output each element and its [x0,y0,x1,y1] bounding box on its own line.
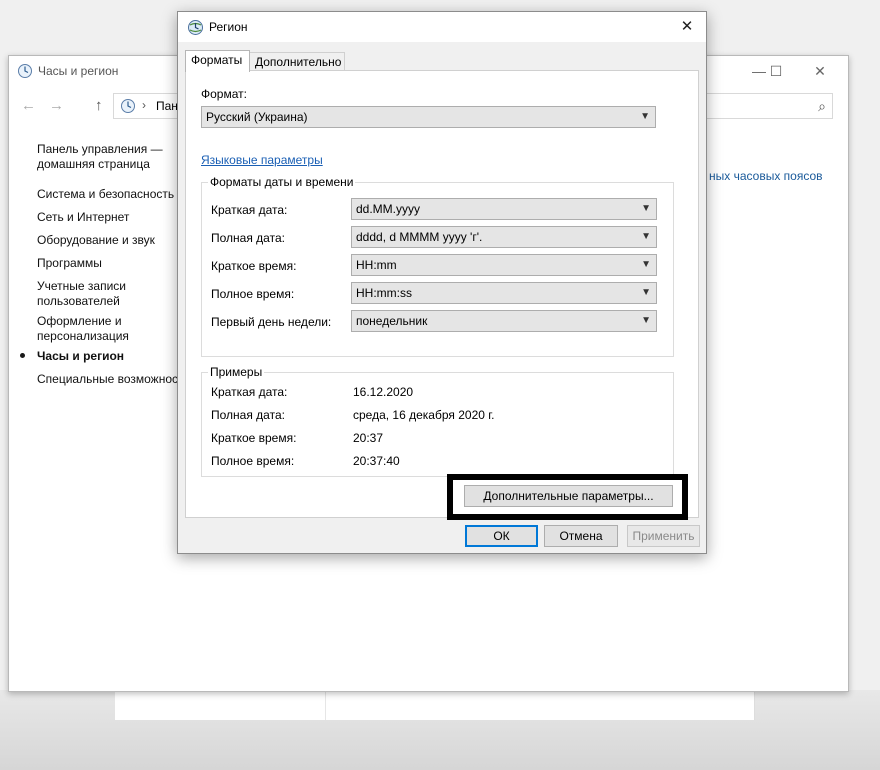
dialog-titlebar: Регион ✕ [178,12,706,42]
sidebar-item-security[interactable]: Система и безопасность [37,187,197,202]
long-time-label: Полное время: [211,287,295,301]
close-icon[interactable]: ✕ [805,60,835,82]
format-select[interactable]: Русский (Украина) ▼ [201,106,656,128]
region-dialog: Регион ✕ Форматы Дополнительно Формат: Р… [177,11,707,554]
chevron-down-icon: ▼ [641,287,651,298]
first-day-value: понедельник [356,314,428,328]
tab-additional[interactable]: Дополнительно [249,52,345,71]
short-time-select[interactable]: HH:mm ▼ [351,254,657,276]
globe-clock-icon [188,20,203,35]
long-date-label: Полная дата: [211,231,285,245]
time-zones-link[interactable]: ных часовых поясов [709,169,823,183]
chevron-down-icon: ▼ [641,231,651,242]
long-time-select[interactable]: HH:mm:ss ▼ [351,282,657,304]
first-day-label: Первый день недели: [211,315,332,329]
example-short-date-label: Краткая дата: [211,385,288,399]
background-window-strip [115,690,755,720]
sidebar-item-appearance[interactable]: Оформление и персонализация [37,314,197,344]
examples-group: Примеры Краткая дата: 16.12.2020 Полная … [201,365,674,477]
ok-button[interactable]: ОК [465,525,538,547]
short-time-value: HH:mm [356,258,397,272]
long-date-select[interactable]: dddd, d MMMM yyyy 'г'. ▼ [351,226,657,248]
dialog-title: Регион [209,20,248,34]
sidebar-item-accounts[interactable]: Учетные записи пользователей [37,279,197,309]
search-icon[interactable]: ⌕ [818,98,826,115]
up-arrow-icon[interactable]: ↑ [95,97,103,114]
group-title: Форматы даты и времени [208,175,356,189]
sidebar-item-accessibility[interactable]: Специальные возможности [37,372,197,387]
back-arrow-icon[interactable]: ← [21,97,36,114]
example-long-date-label: Полная дата: [211,408,285,422]
close-icon[interactable]: ✕ [674,16,700,38]
forward-arrow-icon[interactable]: → [49,97,64,114]
first-day-select[interactable]: понедельник ▼ [351,310,657,332]
long-date-value: dddd, d MMMM yyyy 'г'. [356,230,483,244]
short-time-label: Краткое время: [211,259,297,273]
additional-settings-button[interactable]: Дополнительные параметры... [464,485,673,507]
language-settings-link[interactable]: Языковые параметры [201,153,323,167]
short-date-value: dd.MM.yyyy [356,202,421,216]
formats-tab-panel: Формат: Русский (Украина) ▼ Языковые пар… [185,70,699,518]
example-long-date-value: среда, 16 декабря 2020 г. [353,408,495,422]
apply-button[interactable]: Применить [627,525,700,547]
example-short-time-value: 20:37 [353,431,384,445]
sidebar-item-hardware[interactable]: Оборудование и звук [37,233,197,248]
sidebar-item-home[interactable]: Панель управления — домашняя страница [37,142,197,172]
sidebar-item-label: Часы и регион [37,349,125,363]
short-date-select[interactable]: dd.MM.yyyy ▼ [351,198,657,220]
breadcrumb-chevron-icon: › [142,98,146,112]
chevron-down-icon: ▼ [640,111,650,122]
sidebar-item-clock-region[interactable]: Часы и регион [20,349,197,364]
format-label: Формат: [201,87,247,101]
short-date-label: Краткая дата: [211,203,288,217]
long-time-value: HH:mm:ss [356,286,412,300]
control-panel-title: Часы и регион [38,64,119,78]
tab-formats[interactable]: Форматы [185,50,250,72]
active-bullet-icon [20,353,25,358]
clock-globe-icon [18,64,32,78]
group-title: Примеры [208,365,265,379]
example-short-date-value: 16.12.2020 [353,385,414,399]
maximize-icon[interactable]: ☐ [761,60,791,82]
format-select-value: Русский (Украина) [206,110,308,124]
example-short-time-label: Краткое время: [211,431,297,445]
chevron-down-icon: ▼ [641,203,651,214]
control-panel-icon [121,99,135,113]
example-long-time-value: 20:37:40 [353,454,400,468]
chevron-down-icon: ▼ [641,259,651,270]
cancel-button[interactable]: Отмена [544,525,618,547]
date-time-formats-group: Форматы даты и времени Краткая дата: dd.… [201,175,674,357]
sidebar-item-programs[interactable]: Программы [37,256,197,271]
example-long-time-label: Полное время: [211,454,295,468]
sidebar-item-network[interactable]: Сеть и Интернет [37,210,197,225]
chevron-down-icon: ▼ [641,315,651,326]
